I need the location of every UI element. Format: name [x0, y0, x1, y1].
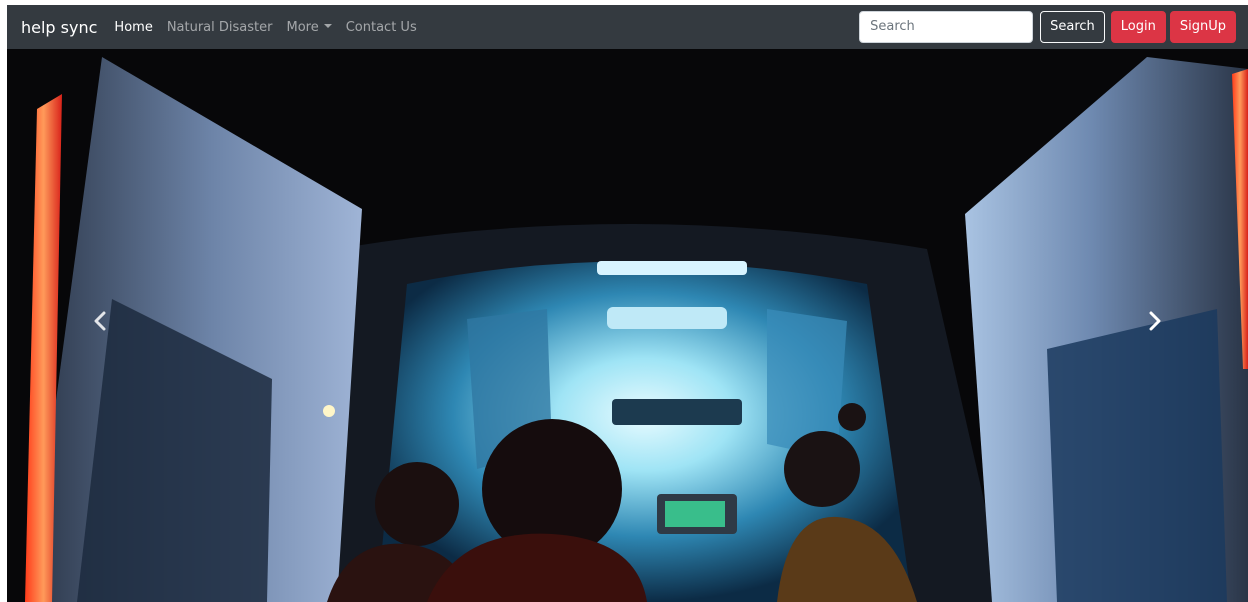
navbar-actions: Search Login SignUp [859, 10, 1236, 43]
search-input[interactable] [859, 10, 1034, 43]
nav-item-natural-disaster[interactable]: Natural Disaster [167, 20, 273, 35]
login-button[interactable]: Login [1110, 10, 1166, 43]
ambulance-interior-photo [7, 49, 1248, 602]
top-navbar: help sync Home Natural Disaster More Con… [7, 5, 1248, 49]
search-button[interactable]: Search [1040, 10, 1105, 43]
hero-carousel [7, 49, 1248, 602]
nav-item-home[interactable]: Home [114, 20, 152, 35]
carousel-next-button[interactable] [1135, 301, 1175, 341]
chevron-right-icon [1149, 311, 1161, 331]
carousel-prev-button[interactable] [80, 301, 120, 341]
chevron-left-icon [94, 311, 106, 331]
page-frame: help sync Home Natural Disaster More Con… [7, 5, 1248, 602]
nav-item-more-label: More [286, 19, 319, 35]
nav-item-contact-us[interactable]: Contact Us [346, 20, 417, 35]
brand-logo[interactable]: help sync [21, 18, 97, 37]
signup-button[interactable]: SignUp [1169, 10, 1236, 43]
nav-links: Home Natural Disaster More Contact Us [114, 20, 430, 35]
caret-down-icon [323, 24, 332, 28]
nav-item-more-dropdown[interactable]: More [286, 19, 332, 35]
